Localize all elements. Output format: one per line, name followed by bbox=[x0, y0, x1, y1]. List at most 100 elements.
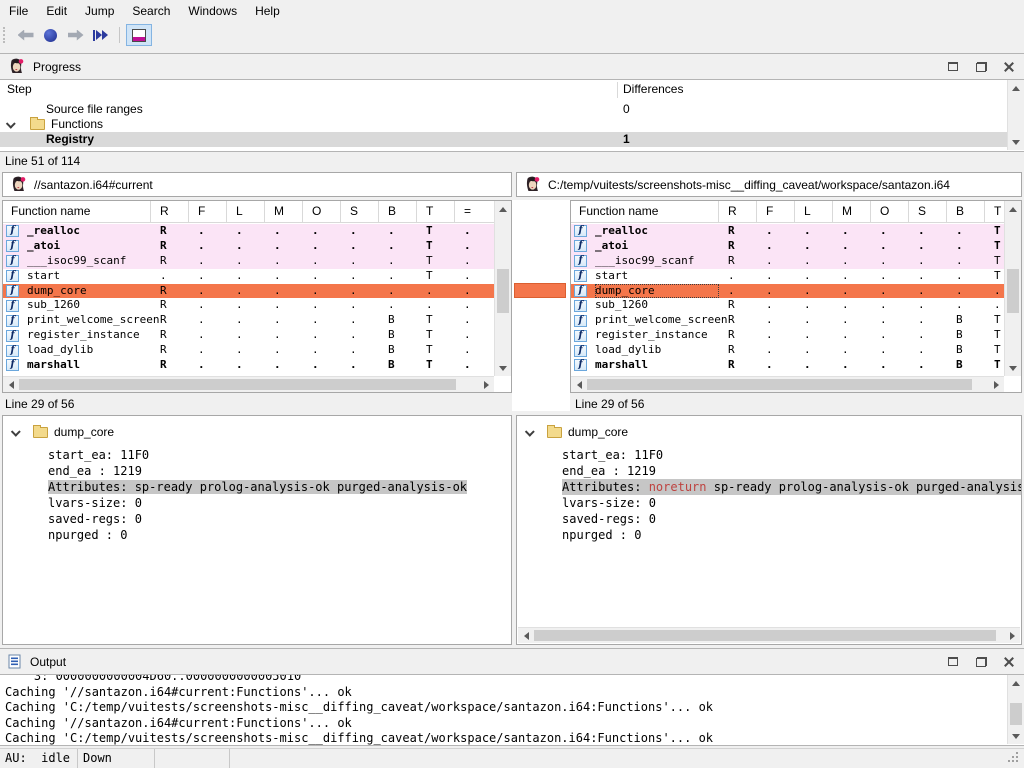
output-title-bar[interactable]: Output bbox=[0, 648, 1024, 675]
column-header-o[interactable]: O bbox=[303, 201, 341, 222]
scroll-down-button[interactable] bbox=[1005, 360, 1021, 376]
scroll-left-button[interactable] bbox=[3, 377, 19, 392]
scroll-up-button[interactable] bbox=[1008, 675, 1024, 691]
function-row[interactable]: fdump_coreR........ bbox=[3, 284, 494, 299]
column-header-r[interactable]: R bbox=[151, 201, 189, 222]
screen-toggle-button[interactable] bbox=[126, 24, 152, 46]
function-row[interactable]: fstart.......T. bbox=[571, 269, 1004, 284]
function-row[interactable]: fmarshallR.....BT. bbox=[3, 358, 494, 373]
column-header-f[interactable]: F bbox=[757, 201, 795, 222]
function-row[interactable]: fmarshallR.....BT. bbox=[571, 358, 1004, 373]
scroll-right-button[interactable] bbox=[988, 377, 1004, 392]
column-header-t[interactable]: T bbox=[985, 201, 1004, 222]
progress-row[interactable]: Registry1 bbox=[0, 132, 1007, 147]
horizontal-scrollbar[interactable] bbox=[571, 376, 1004, 392]
scroll-down-button[interactable] bbox=[1008, 728, 1024, 744]
function-row[interactable]: fload_dylibR.....BT. bbox=[3, 343, 494, 358]
vertical-scrollbar[interactable] bbox=[1007, 675, 1024, 744]
column-header-match[interactable]: = bbox=[455, 201, 494, 222]
column-header-differences[interactable]: Differences bbox=[623, 82, 683, 96]
column-header-l[interactable]: L bbox=[227, 201, 265, 222]
back-button[interactable] bbox=[13, 24, 38, 46]
stop-button[interactable] bbox=[38, 24, 63, 46]
scrollbar-thumb[interactable] bbox=[497, 269, 509, 313]
scroll-left-button[interactable] bbox=[571, 377, 587, 392]
function-row[interactable]: fprint_welcome_screenR.....BT. bbox=[3, 313, 494, 328]
scrollbar-thumb[interactable] bbox=[19, 379, 456, 390]
function-row[interactable]: f___isoc99_scanfR......T. bbox=[571, 254, 1004, 269]
function-row[interactable]: fload_dylibR.....BT. bbox=[571, 343, 1004, 358]
column-header-b[interactable]: B bbox=[379, 201, 417, 222]
menu-windows[interactable]: Windows bbox=[179, 0, 246, 22]
selected-match-marker[interactable] bbox=[514, 283, 566, 298]
function-row[interactable]: fsub_1260R........ bbox=[3, 298, 494, 313]
column-header-function-name[interactable]: Function name bbox=[3, 201, 151, 222]
menu-help[interactable]: Help bbox=[246, 0, 289, 22]
function-row[interactable]: fdump_core......... bbox=[571, 284, 1004, 299]
scroll-down-button[interactable] bbox=[1008, 134, 1024, 150]
function-row[interactable]: fregister_instanceR.....BT. bbox=[571, 328, 1004, 343]
scrollbar-thumb[interactable] bbox=[1007, 269, 1019, 313]
column-header-step[interactable]: Step bbox=[7, 82, 32, 96]
vertical-scrollbar[interactable] bbox=[494, 201, 511, 376]
function-row[interactable]: f_reallocR......T. bbox=[571, 224, 1004, 239]
menu-search[interactable]: Search bbox=[123, 0, 179, 22]
column-header-r[interactable]: R bbox=[719, 201, 757, 222]
progress-vertical-scrollbar[interactable] bbox=[1007, 80, 1024, 150]
progress-row[interactable]: Functions bbox=[0, 117, 1007, 132]
column-header-b[interactable]: B bbox=[947, 201, 985, 222]
menu-edit[interactable]: Edit bbox=[37, 0, 76, 22]
scroll-right-button[interactable] bbox=[478, 377, 494, 392]
scroll-up-button[interactable] bbox=[1008, 80, 1024, 96]
toolbar-grip[interactable] bbox=[3, 27, 7, 43]
forward-button[interactable] bbox=[63, 24, 88, 46]
scrollbar-thumb[interactable] bbox=[1010, 703, 1022, 725]
column-header-function-name[interactable]: Function name bbox=[571, 201, 719, 222]
function-row[interactable]: fprint_welcome_screenR.....BT. bbox=[571, 313, 1004, 328]
chevron-down-icon[interactable] bbox=[13, 429, 33, 436]
chevron-down-icon[interactable] bbox=[8, 121, 30, 128]
scroll-left-button[interactable] bbox=[518, 628, 534, 643]
continue-button[interactable] bbox=[88, 24, 113, 46]
scroll-down-button[interactable] bbox=[495, 360, 511, 376]
progress-row[interactable]: Source file ranges0 bbox=[0, 102, 1007, 117]
scrollbar-thumb[interactable] bbox=[587, 379, 972, 390]
tree-node-label[interactable]: dump_core bbox=[54, 425, 114, 439]
column-header-s[interactable]: S bbox=[909, 201, 947, 222]
menu-jump[interactable]: Jump bbox=[76, 0, 123, 22]
column-header-f[interactable]: F bbox=[189, 201, 227, 222]
float-button[interactable] bbox=[972, 653, 990, 671]
menu-file[interactable]: File bbox=[0, 0, 37, 22]
scroll-up-button[interactable] bbox=[1005, 201, 1021, 217]
horizontal-scrollbar[interactable] bbox=[3, 376, 494, 392]
chevron-down-icon[interactable] bbox=[527, 429, 547, 436]
maximize-button[interactable] bbox=[944, 58, 962, 76]
horizontal-scrollbar[interactable] bbox=[518, 627, 1020, 643]
scrollbar-thumb[interactable] bbox=[534, 630, 996, 641]
function-row[interactable]: f_atoiR......T. bbox=[571, 239, 1004, 254]
tree-node[interactable]: dump_core bbox=[517, 424, 628, 440]
tree-node-label[interactable]: dump_core bbox=[568, 425, 628, 439]
maximize-button[interactable] bbox=[944, 653, 962, 671]
column-header-s[interactable]: S bbox=[341, 201, 379, 222]
function-row[interactable]: f_atoiR......T. bbox=[3, 239, 494, 254]
column-header-m[interactable]: M bbox=[833, 201, 871, 222]
scroll-up-button[interactable] bbox=[495, 201, 511, 217]
function-row[interactable]: fsub_1260R........ bbox=[571, 298, 1004, 313]
function-row[interactable]: fregister_instanceR.....BT. bbox=[3, 328, 494, 343]
column-header-m[interactable]: M bbox=[265, 201, 303, 222]
float-button[interactable] bbox=[972, 58, 990, 76]
close-button[interactable] bbox=[1000, 653, 1018, 671]
column-header-o[interactable]: O bbox=[871, 201, 909, 222]
vertical-scrollbar[interactable] bbox=[1004, 201, 1021, 376]
column-header-l[interactable]: L bbox=[795, 201, 833, 222]
tree-node[interactable]: dump_core bbox=[3, 424, 114, 440]
column-header-t[interactable]: T bbox=[417, 201, 455, 222]
function-row[interactable]: fstart.......T. bbox=[3, 269, 494, 284]
function-row[interactable]: f_reallocR......T. bbox=[3, 224, 494, 239]
close-button[interactable] bbox=[1000, 58, 1018, 76]
resize-grip[interactable] bbox=[1008, 752, 1020, 764]
scroll-right-button[interactable] bbox=[1004, 628, 1020, 643]
function-row[interactable]: f___isoc99_scanfR......T. bbox=[3, 254, 494, 269]
progress-title-bar[interactable]: Progress bbox=[0, 53, 1024, 80]
